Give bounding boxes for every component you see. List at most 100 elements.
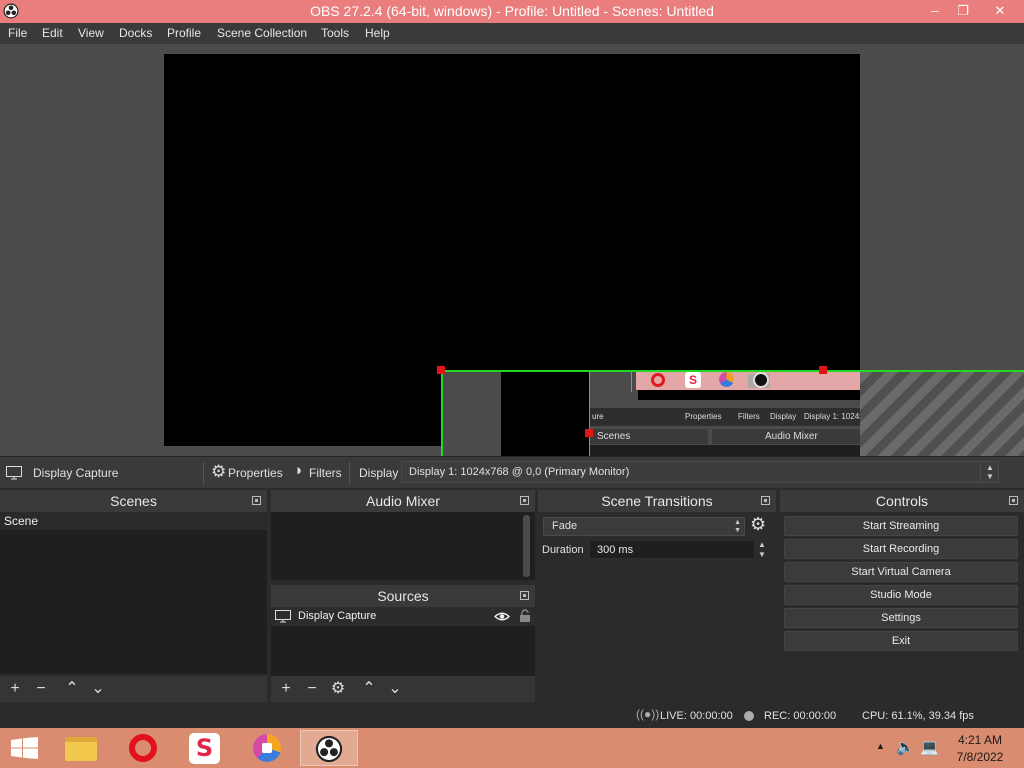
move-source-up-button[interactable]: ⌃ xyxy=(360,680,378,698)
resize-handle-top-middle[interactable] xyxy=(819,366,827,374)
menu-tools[interactable]: Tools xyxy=(321,26,349,40)
remove-source-button[interactable]: − xyxy=(303,680,321,698)
close-button[interactable]: ✕ xyxy=(983,0,1017,23)
exit-button[interactable]: Exit xyxy=(784,631,1018,651)
dock-float-icon[interactable] xyxy=(761,496,770,505)
restore-button[interactable]: ❐ xyxy=(946,0,980,23)
toolbar-divider xyxy=(349,462,350,484)
filters-icon: ◑ xyxy=(293,462,303,479)
duration-spinner[interactable]: ▲ ▼ xyxy=(758,540,766,560)
sources-toolbar: + − ⚙ ⌃ ⌄ xyxy=(271,676,535,702)
clock-date[interactable]: 7/8/2022 xyxy=(950,750,1010,764)
windows-start-icon[interactable] xyxy=(11,737,38,759)
move-source-down-button[interactable]: ⌄ xyxy=(386,680,404,698)
add-source-button[interactable]: + xyxy=(277,680,295,698)
folder-icon xyxy=(65,737,97,761)
menu-file[interactable]: File xyxy=(8,26,27,40)
properties-button[interactable]: ⚙ Properties xyxy=(211,462,283,484)
source-list-item[interactable]: Display Capture xyxy=(271,607,535,626)
scenes-title: Scenes xyxy=(0,490,267,512)
mirror-display-value: Display 1: 1024x7 xyxy=(804,412,868,421)
properties-label: Properties xyxy=(228,466,283,480)
dock-float-icon[interactable] xyxy=(520,591,529,600)
add-scene-button[interactable]: + xyxy=(6,680,24,698)
settings-button[interactable]: Settings xyxy=(784,608,1018,628)
opera-icon xyxy=(129,734,157,762)
resize-handle-top-left[interactable] xyxy=(437,366,445,374)
dock-float-icon[interactable] xyxy=(252,496,261,505)
scene-transitions-dock: Scene Transitions Fade ▲ ▼ ⚙ Duration 300… xyxy=(538,490,776,702)
window-title: OBS 27.2.4 (64-bit, windows) - Profile: … xyxy=(310,3,714,19)
menu-bar: File Edit View Docks Profile Scene Colle… xyxy=(0,23,1024,44)
sources-list[interactable]: Display Capture xyxy=(271,607,535,676)
mirror-browser-icon xyxy=(719,372,734,387)
eye-icon[interactable] xyxy=(494,611,510,622)
taskbar-file-explorer[interactable] xyxy=(52,730,110,766)
taskbar-browser[interactable] xyxy=(238,730,296,766)
lock-icon[interactable] xyxy=(519,609,531,623)
scene-item-label: Scene xyxy=(4,514,39,528)
dock-float-icon[interactable] xyxy=(520,496,529,505)
display-label: Display xyxy=(359,466,399,480)
tray-show-hidden-icon[interactable]: ▲ xyxy=(876,741,885,751)
network-icon[interactable]: 💻 xyxy=(920,738,939,756)
sources-dock: Sources Display Capture + − ⚙ ⌃ ⌄ xyxy=(271,585,535,702)
scenes-toolbar: + − ⌃ ⌄ xyxy=(0,676,267,702)
filters-label: Filters xyxy=(309,466,342,480)
display-select-value: Display 1: 1024x768 @ 0,0 (Primary Monit… xyxy=(409,466,630,478)
live-broadcast-icon: ((●)) xyxy=(636,707,660,721)
transition-settings-gear-icon[interactable]: ⚙ xyxy=(750,514,766,535)
menu-docks[interactable]: Docks xyxy=(119,26,152,40)
preview-area[interactable]: ure Properties Filters Display Display 1… xyxy=(0,44,1024,456)
mirror-obs-icon xyxy=(753,372,769,388)
audio-mixer-scrollbar[interactable] xyxy=(523,515,530,577)
record-dot-icon xyxy=(744,711,754,721)
start-recording-button[interactable]: Start Recording xyxy=(784,539,1018,559)
menu-help[interactable]: Help xyxy=(365,26,390,40)
live-time: LIVE: 00:00:00 xyxy=(660,710,733,722)
duration-value: 300 ms xyxy=(597,544,634,556)
move-scene-up-button[interactable]: ⌃ xyxy=(63,680,81,698)
remove-scene-button[interactable]: − xyxy=(32,680,50,698)
title-bar: OBS 27.2.4 (64-bit, windows) - Profile: … xyxy=(0,0,1024,23)
transition-select[interactable]: Fade ▲ ▼ xyxy=(543,517,745,536)
scenes-dock: Scenes Scene + − ⌃ ⌄ xyxy=(0,490,267,702)
start-virtual-camera-button[interactable]: Start Virtual Camera xyxy=(784,562,1018,582)
monitor-icon xyxy=(6,466,22,480)
status-bar: ((●)) LIVE: 00:00:00 REC: 00:00:00 CPU: … xyxy=(0,704,1024,728)
windows-taskbar: S ▲ 🔈 💻 4:21 AM 7/8/2022 xyxy=(0,728,1024,768)
menu-scene-collection[interactable]: Scene Collection xyxy=(217,26,307,40)
menu-edit[interactable]: Edit xyxy=(42,26,63,40)
browser-lock-icon xyxy=(262,743,272,753)
display-select-spinner[interactable]: ▲ ▼ xyxy=(980,461,999,483)
clock-time[interactable]: 4:21 AM xyxy=(950,733,1010,747)
source-properties-gear-icon[interactable]: ⚙ xyxy=(329,680,347,698)
dock-float-icon[interactable] xyxy=(1009,496,1018,505)
toolbar-divider xyxy=(203,462,204,484)
obs-logo-icon xyxy=(315,735,343,763)
menu-view[interactable]: View xyxy=(78,26,104,40)
sources-title: Sources xyxy=(271,585,535,607)
display-select[interactable]: Display 1: 1024x768 @ 0,0 (Primary Monit… xyxy=(401,461,999,483)
taskbar-opera[interactable] xyxy=(114,730,172,766)
move-scene-down-button[interactable]: ⌄ xyxy=(89,680,107,698)
mirror-filters-label: Filters xyxy=(738,412,760,421)
filters-button[interactable]: ◑ Filters xyxy=(293,462,343,484)
transition-select-value: Fade xyxy=(552,520,578,532)
mirror-properties-label: Properties xyxy=(685,412,722,421)
studio-mode-button[interactable]: Studio Mode xyxy=(784,585,1018,605)
resize-handle-left-middle[interactable] xyxy=(585,429,593,437)
duration-input[interactable]: 300 ms xyxy=(589,540,755,559)
start-streaming-button[interactable]: Start Streaming xyxy=(784,516,1018,536)
audio-mixer-area xyxy=(271,512,535,580)
menu-profile[interactable]: Profile xyxy=(167,26,201,40)
volume-muted-icon[interactable]: 🔈 xyxy=(896,738,915,756)
taskbar-obs[interactable] xyxy=(300,730,358,766)
taskbar-s-app[interactable]: S xyxy=(176,730,234,766)
scene-list-item[interactable]: Scene xyxy=(0,512,267,530)
mirror-opera-icon xyxy=(651,373,665,387)
duration-label: Duration xyxy=(542,544,584,556)
mirror-audio-mixer-label: Audio Mixer xyxy=(765,431,818,442)
scenes-list[interactable]: Scene xyxy=(0,512,267,674)
s-app-icon: S xyxy=(189,733,220,764)
